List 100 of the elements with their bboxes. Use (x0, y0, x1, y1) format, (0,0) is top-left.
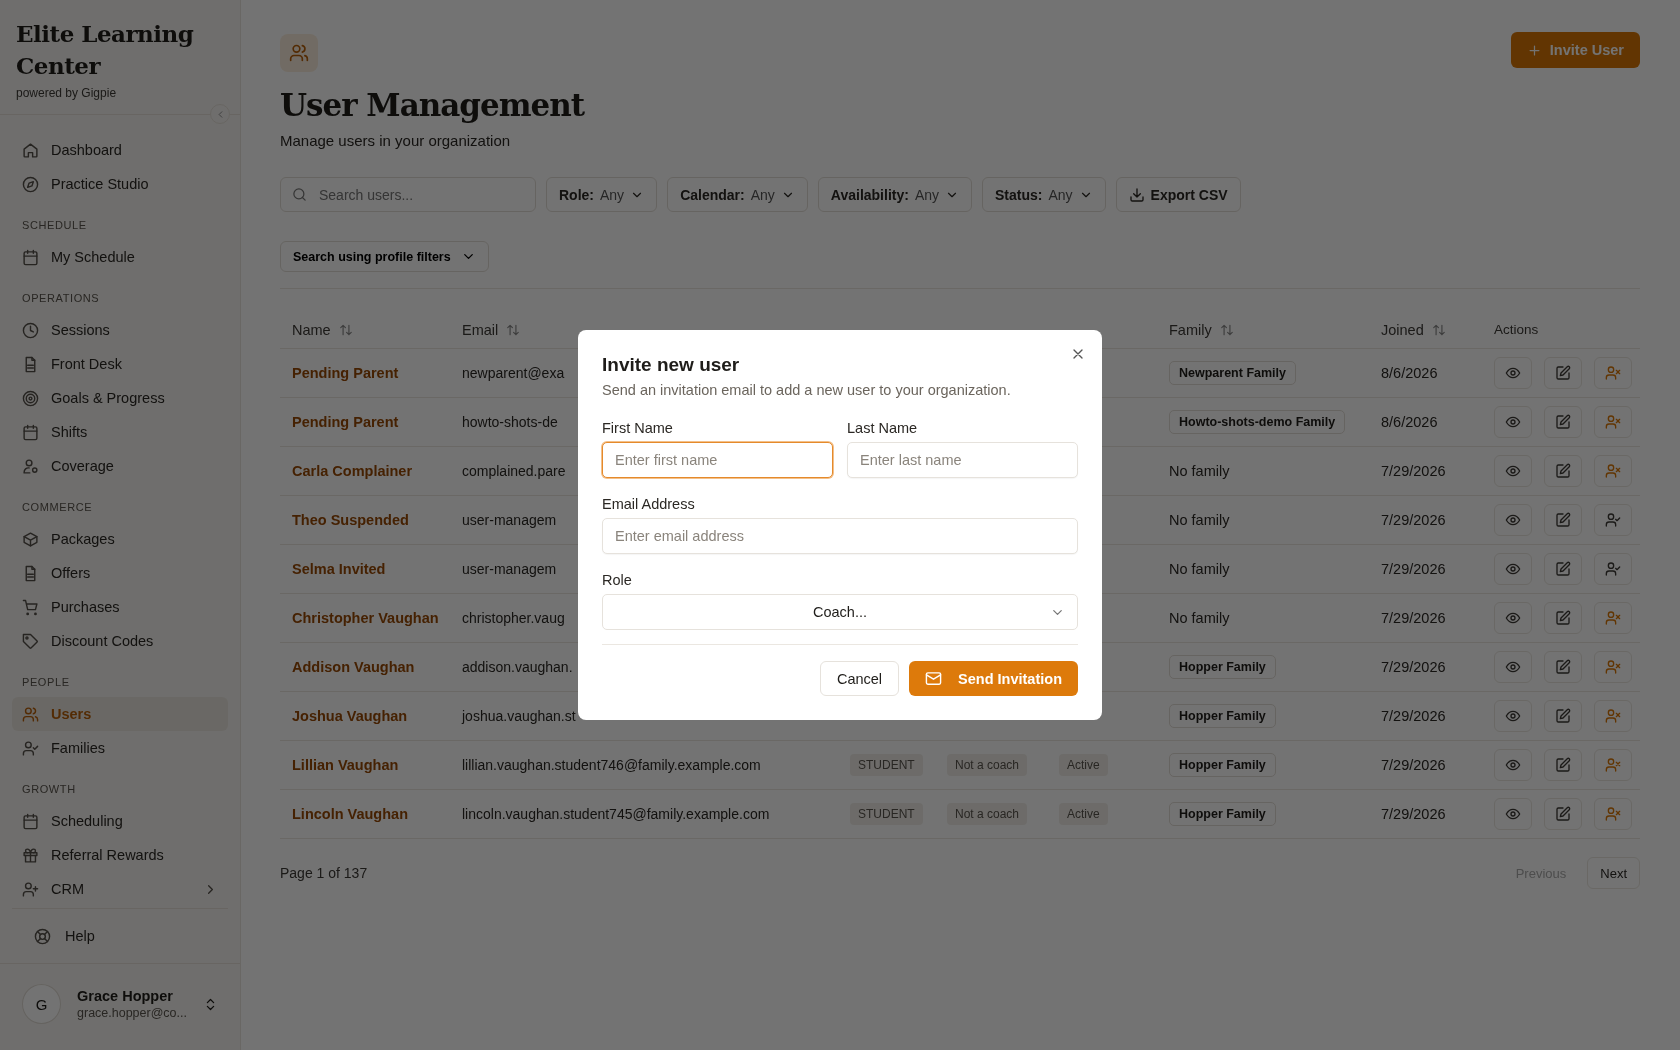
email-cell: user-managem (462, 512, 557, 528)
profile-filter-dropdown[interactable]: Search using profile filters (280, 241, 489, 272)
send-invitation-button[interactable]: Send Invitation (909, 661, 1078, 696)
view-button[interactable] (1494, 357, 1532, 389)
activate-button[interactable] (1594, 553, 1632, 585)
filter-dropdown[interactable]: Availability: Any (817, 177, 972, 212)
sort-icon (1219, 322, 1234, 337)
user-name-link[interactable]: Lillian Vaughan (292, 757, 399, 773)
field-label: Role (602, 572, 633, 588)
user-name-link[interactable]: Pending Parent (292, 414, 399, 430)
filter-dropdown[interactable]: Calendar: Any (667, 177, 808, 212)
column-header[interactable]: Family (1169, 321, 1234, 338)
user-name-link[interactable]: Theo Suspended (292, 512, 409, 528)
joined-date: 7/29/2026 (1381, 757, 1446, 773)
view-button[interactable] (1494, 651, 1532, 683)
deactivate-button[interactable] (1594, 651, 1632, 683)
user-x-icon (1605, 757, 1621, 773)
column-header[interactable]: Email (462, 321, 521, 338)
view-button[interactable] (1494, 700, 1532, 732)
edit-button[interactable] (1544, 651, 1582, 683)
sidebar-item[interactable]: Purchases (12, 590, 228, 624)
filter-dropdown[interactable]: Status: Any (982, 177, 1106, 212)
sidebar-item[interactable]: Families (12, 731, 228, 765)
edit-button[interactable] (1544, 406, 1582, 438)
view-button[interactable] (1494, 406, 1532, 438)
edit-button[interactable] (1544, 357, 1582, 389)
family-cell: No family (1169, 561, 1230, 577)
column-header[interactable]: Name (292, 321, 353, 338)
cancel-button[interactable]: Cancel (819, 661, 900, 696)
edit-icon (1555, 561, 1571, 577)
deactivate-button[interactable] (1594, 798, 1632, 830)
view-button[interactable] (1494, 749, 1532, 781)
user-check-icon (22, 739, 39, 757)
invite-user-button[interactable]: Invite User (1510, 32, 1640, 68)
deactivate-button[interactable] (1594, 749, 1632, 781)
user-name-link[interactable]: Christopher Vaughan (292, 610, 439, 626)
sidebar-item[interactable]: Front Desk (12, 347, 228, 381)
user-name-link[interactable]: Addison Vaughan (292, 659, 415, 675)
sidebar-item[interactable]: Dashboard (12, 133, 228, 167)
sidebar-item[interactable]: Scheduling (12, 804, 228, 838)
user-name-link[interactable]: Carla Complainer (292, 463, 413, 479)
sidebar-item[interactable]: Users (12, 697, 228, 731)
sidebar-item[interactable]: Sessions (12, 313, 228, 347)
view-button[interactable] (1494, 504, 1532, 536)
eye-icon (1505, 659, 1521, 675)
edit-button[interactable] (1544, 602, 1582, 634)
next-button[interactable]: Next (1587, 857, 1640, 889)
search-field[interactable]: Search users... (280, 177, 536, 212)
sidebar-item[interactable]: Referral Rewards (12, 838, 228, 872)
sidebar-item[interactable]: Packages (12, 522, 228, 556)
view-button[interactable] (1494, 553, 1532, 585)
sidebar-item[interactable]: My Schedule (12, 240, 228, 274)
edit-button[interactable] (1544, 749, 1582, 781)
field-label: First Name (602, 420, 674, 436)
deactivate-button[interactable] (1594, 700, 1632, 732)
email-cell: lincoln.vaughan.student745@family.example.com (462, 806, 770, 822)
section-label: GROWTH (21, 782, 77, 797)
input-field[interactable]: Enter first name (602, 442, 833, 478)
filter-dropdown[interactable]: Role: Any (546, 177, 658, 212)
section-label: SCHEDULE (21, 218, 88, 233)
activate-button[interactable] (1594, 504, 1632, 536)
view-button[interactable] (1494, 455, 1532, 487)
section-label: PEOPLE (21, 675, 71, 690)
edit-button[interactable] (1544, 798, 1582, 830)
sidebar-item[interactable]: Discount Codes (12, 624, 228, 658)
cart-icon (22, 598, 39, 616)
edit-button[interactable] (1544, 504, 1582, 536)
eye-icon (1505, 610, 1521, 626)
joined-date: 7/29/2026 (1381, 708, 1446, 724)
view-button[interactable] (1494, 798, 1532, 830)
deactivate-button[interactable] (1594, 406, 1632, 438)
export-csv-button[interactable]: Export CSV (1115, 177, 1241, 212)
eye-icon (1505, 806, 1521, 822)
sort-icon (506, 322, 521, 337)
column-header[interactable]: Joined (1381, 321, 1446, 338)
view-button[interactable] (1494, 602, 1532, 634)
sidebar-item[interactable]: Coverage (12, 449, 228, 483)
edit-button[interactable] (1544, 455, 1582, 487)
sidebar-item[interactable]: Shifts (12, 415, 228, 449)
user-name-link[interactable]: Pending Parent (292, 365, 399, 381)
user-name-link[interactable]: Joshua Vaughan (292, 708, 408, 724)
deactivate-button[interactable] (1594, 455, 1632, 487)
role-select[interactable]: Coach... (602, 594, 1078, 630)
eye-icon (1505, 414, 1521, 430)
help-link[interactable]: Help (24, 919, 216, 953)
deactivate-button[interactable] (1594, 602, 1632, 634)
sidebar-item[interactable]: Offers (12, 556, 228, 590)
family-cell: No family (1169, 610, 1230, 626)
edit-button[interactable] (1544, 700, 1582, 732)
sidebar-item[interactable]: CRM (12, 872, 228, 906)
edit-button[interactable] (1544, 553, 1582, 585)
user-plus-icon (22, 880, 39, 898)
user-name-link[interactable]: Selma Invited (292, 561, 386, 577)
joined-date: 7/29/2026 (1381, 659, 1446, 675)
deactivate-button[interactable] (1594, 357, 1632, 389)
tagline: powered by Gigpie (16, 86, 118, 100)
user-name-link[interactable]: Lincoln Vaughan (292, 806, 408, 822)
sidebar-item[interactable]: Practice Studio (12, 167, 228, 201)
sidebar-item[interactable]: Goals & Progress (12, 381, 228, 415)
status-tag: Active (1059, 754, 1108, 776)
